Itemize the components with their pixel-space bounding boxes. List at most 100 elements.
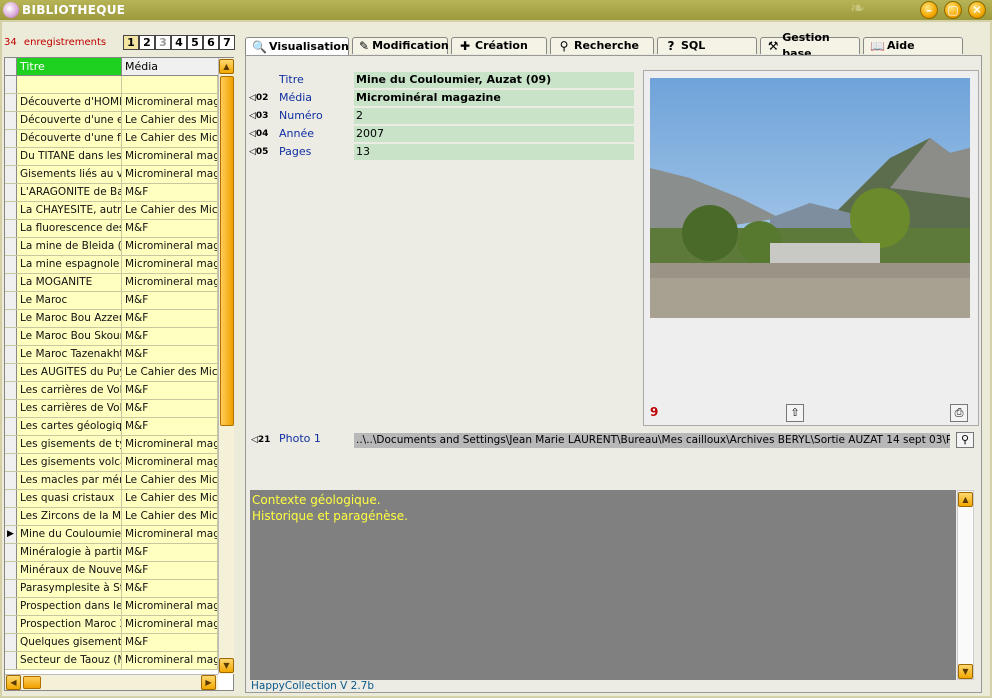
row-indicator[interactable] — [5, 148, 17, 165]
row-indicator[interactable] — [5, 580, 17, 597]
field-value[interactable]: Mine du Couloumier, Auzat (09) — [354, 72, 634, 88]
field-nav-button[interactable]: ◁04 — [249, 127, 271, 141]
row-indicator[interactable] — [5, 202, 17, 219]
table-row[interactable] — [5, 76, 218, 94]
row-indicator[interactable] — [5, 220, 17, 237]
page-button-7[interactable]: 7 — [219, 35, 235, 50]
row-indicator[interactable] — [5, 598, 17, 615]
minimize-button[interactable]: – — [920, 1, 938, 19]
table-row[interactable]: Minéraux de NouvelleM&F — [5, 562, 218, 580]
cell-media[interactable]: Micromineral magazine — [122, 238, 218, 255]
cell-media[interactable]: Micromineral magazine — [122, 616, 218, 633]
row-indicator[interactable] — [5, 436, 17, 453]
cell-media[interactable]: Micromineral magazine — [122, 148, 218, 165]
field-value[interactable]: Microminéral magazine — [354, 90, 634, 106]
row-indicator[interactable] — [5, 562, 17, 579]
cell-media[interactable]: Micromineral magazine — [122, 436, 218, 453]
table-row[interactable]: La MOGANITEMicromineral magazine — [5, 274, 218, 292]
cell-media[interactable]: Micromineral magazine — [122, 256, 218, 273]
cell-media[interactable]: M&F — [122, 562, 218, 579]
table-row[interactable]: Prospection dans le massifMicromineral m… — [5, 598, 218, 616]
cell-media[interactable]: M&F — [122, 580, 218, 597]
print-icon[interactable]: ⎙ — [950, 404, 968, 422]
cell-titre[interactable]: Gisements liés au volcanisme — [17, 166, 122, 183]
table-row[interactable]: Le Maroc Tazenakht M&F — [5, 346, 218, 364]
table-row[interactable]: La mine espagnole MMicromineral magazine — [5, 256, 218, 274]
cell-titre[interactable]: Prospection Maroc 2006 — [17, 616, 122, 633]
page-button-6[interactable]: 6 — [203, 35, 219, 50]
column-header-media[interactable]: Média — [122, 58, 218, 75]
row-indicator[interactable] — [5, 364, 17, 381]
tab-cr-ation[interactable]: ✚ Création — [451, 37, 547, 54]
field-nav-button[interactable]: ◁03 — [249, 109, 271, 123]
cell-media[interactable]: Le Cahier des Micromonteurs — [122, 112, 218, 129]
page-button-1[interactable]: 1 — [123, 35, 139, 50]
cell-titre[interactable]: La MOGANITE — [17, 274, 122, 291]
cell-media[interactable]: M&F — [122, 382, 218, 399]
table-row[interactable]: Parasymplesite à Ste M&F — [5, 580, 218, 598]
photo-nav-button[interactable]: ◁21 — [251, 433, 273, 447]
cell-media[interactable]: Le Cahier des Micromonteurs — [122, 364, 218, 381]
row-indicator[interactable] — [5, 256, 17, 273]
row-indicator[interactable] — [5, 184, 17, 201]
cell-media[interactable]: M&F — [122, 400, 218, 417]
table-row[interactable]: Les Zircons de la MotheLe Cahier des Mic… — [5, 508, 218, 526]
tab-gestion-base[interactable]: ⚒ Gestion base — [760, 31, 860, 60]
row-indicator[interactable] — [5, 472, 17, 489]
row-indicator[interactable] — [5, 400, 17, 417]
table-row[interactable]: Prospection Maroc 2006Micromineral magaz… — [5, 616, 218, 634]
row-indicator[interactable] — [5, 76, 17, 93]
table-row[interactable]: Les AUGITES du PuyLe Cahier des Micromon… — [5, 364, 218, 382]
row-indicator[interactable]: ▶ — [5, 526, 17, 543]
table-row[interactable]: La CHAYESITE, autreLe Cahier des Micromo… — [5, 202, 218, 220]
row-indicator[interactable] — [5, 130, 17, 147]
table-row[interactable]: La mine de Bleida (Maroc)Micromineral ma… — [5, 238, 218, 256]
table-row[interactable]: Découverte d'HOMILITEMicromineral magazi… — [5, 94, 218, 112]
cell-titre[interactable]: Du TITANE dans les — [17, 148, 122, 165]
cell-media[interactable]: Micromineral magazine — [122, 274, 218, 291]
notes-scroll-up-icon[interactable]: ▲ — [958, 492, 973, 507]
field-value[interactable]: 2 — [354, 108, 634, 124]
cell-titre[interactable]: Les macles par mériédrie — [17, 472, 122, 489]
cell-media[interactable]: Le Cahier des Micromonteurs — [122, 508, 218, 525]
cell-titre[interactable]: Le Maroc — [17, 292, 122, 309]
notes-textarea[interactable]: Contexte géologique. Historique et parag… — [250, 490, 956, 680]
cell-titre[interactable]: Le Maroc Tazenakht — [17, 346, 122, 363]
upload-photo-icon[interactable]: ⇧ — [786, 404, 804, 422]
row-indicator[interactable] — [5, 328, 17, 345]
row-indicator[interactable] — [5, 274, 17, 291]
scroll-right-icon[interactable]: ▶ — [201, 675, 216, 690]
page-button-5[interactable]: 5 — [187, 35, 203, 50]
field-nav-button[interactable]: ◁05 — [249, 145, 271, 159]
scroll-left-icon[interactable]: ◀ — [6, 675, 21, 690]
close-button[interactable]: ✕ — [968, 1, 986, 19]
cell-titre[interactable]: Les carrières de Voltennes — [17, 382, 122, 399]
maximize-button[interactable]: ▢ — [944, 1, 962, 19]
row-indicator[interactable] — [5, 490, 17, 507]
cell-titre[interactable]: L'ARAGONITE de Bastennes — [17, 184, 122, 201]
table-row[interactable]: La fluorescence des minérauxM&F — [5, 220, 218, 238]
vertical-scrollbar[interactable]: ▲ ▼ — [218, 58, 234, 674]
table-row[interactable]: Les carrières de VoltennesM&F — [5, 400, 218, 418]
cell-media[interactable]: Le Cahier des Micromonteurs — [122, 130, 218, 147]
tab-sql[interactable]: ? SQL — [657, 37, 757, 54]
field-value[interactable]: 2007 — [354, 126, 634, 142]
cell-titre[interactable]: Secteur de Taouz (Maroc) — [17, 652, 122, 669]
table-row[interactable]: Minéralogie à partir deM&F — [5, 544, 218, 562]
scroll-up-icon[interactable]: ▲ — [219, 59, 234, 74]
row-indicator[interactable] — [5, 454, 17, 471]
row-indicator[interactable] — [5, 616, 17, 633]
cell-titre[interactable]: Le Maroc Bou Skour — [17, 328, 122, 345]
cell-titre[interactable]: Les cartes géologiques — [17, 418, 122, 435]
table-row[interactable]: Les macles par mériédrieLe Cahier des Mi… — [5, 472, 218, 490]
notes-scroll-down-icon[interactable]: ▼ — [958, 664, 973, 679]
cell-titre[interactable]: La CHAYESITE, autre — [17, 202, 122, 219]
photo-path-field[interactable]: ..\..\Documents and Settings\Jean Marie … — [354, 433, 950, 448]
cell-media[interactable]: Micromineral magazine — [122, 598, 218, 615]
table-row[interactable]: Les carrières de VoltennesM&F — [5, 382, 218, 400]
row-indicator[interactable] — [5, 238, 17, 255]
tab-visualisation[interactable]: 🔍 Visualisation — [245, 37, 349, 55]
row-indicator[interactable] — [5, 544, 17, 561]
cell-titre[interactable]: Minéralogie à partir de — [17, 544, 122, 561]
cell-titre[interactable]: Parasymplesite à Ste — [17, 580, 122, 597]
